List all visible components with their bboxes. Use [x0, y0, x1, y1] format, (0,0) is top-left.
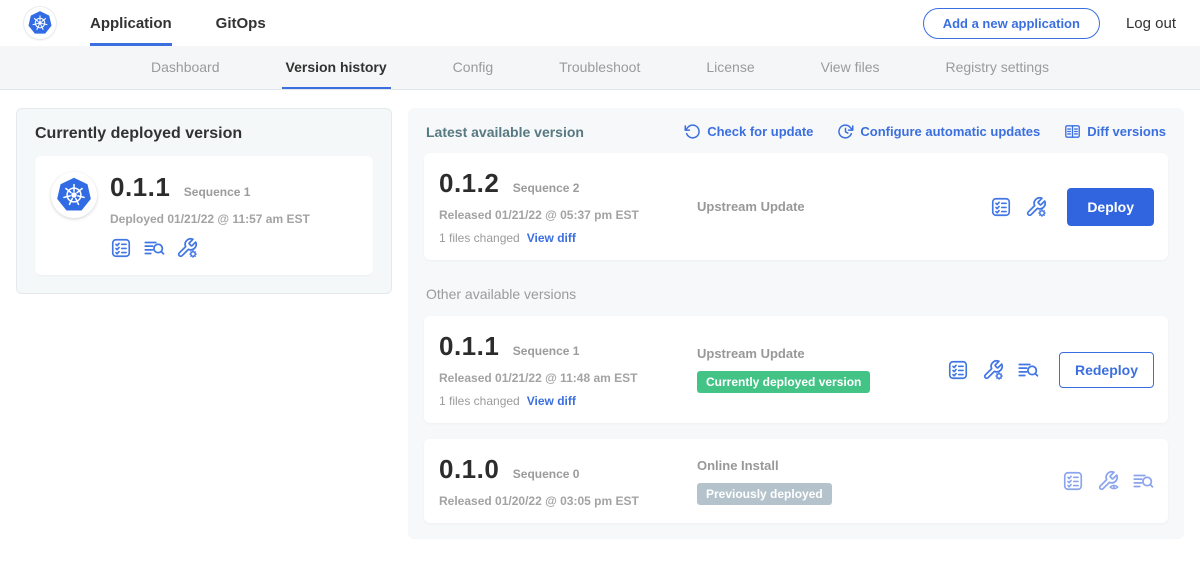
version-row-0-1-1: 0.1.1 Sequence 1 Released 01/21/22 @ 11:…: [424, 316, 1168, 423]
file-diff-icon[interactable]: [1132, 470, 1154, 492]
edit-config-icon[interactable]: [1025, 196, 1047, 218]
deployed-date: Deployed 01/21/22 @ 11:57 am EST: [110, 212, 310, 226]
diff-icon: [1064, 123, 1081, 140]
version-number: 0.1.1: [439, 331, 499, 361]
version-row-0-1-2: 0.1.2 Sequence 2 Released 01/21/22 @ 05:…: [424, 153, 1168, 260]
deploy-button[interactable]: Deploy: [1067, 188, 1154, 226]
release-notes-icon[interactable]: [1062, 470, 1084, 492]
deployed-version-number: 0.1.1: [110, 172, 170, 202]
currently-deployed-badge: Currently deployed version: [697, 371, 870, 393]
files-changed-label: 1 files changed: [439, 231, 520, 245]
version-source: Upstream Update: [697, 199, 990, 214]
view-diff-link[interactable]: View diff: [527, 231, 576, 245]
deployed-card-title: Currently deployed version: [35, 125, 373, 143]
version-source: Online Install: [697, 458, 1062, 473]
released-date: Released 01/21/22 @ 11:48 am EST: [439, 371, 697, 385]
sequence-label: Sequence 2: [513, 181, 580, 195]
other-versions-title: Other available versions: [426, 286, 1166, 302]
check-for-update-label: Check for update: [707, 124, 813, 139]
version-source: Upstream Update: [697, 346, 947, 361]
tab-dashboard[interactable]: Dashboard: [147, 46, 224, 89]
edit-config-icon[interactable]: [982, 359, 1004, 381]
refresh-icon: [684, 123, 701, 140]
logout-button[interactable]: Log out: [1126, 15, 1176, 32]
tab-application[interactable]: Application: [90, 0, 172, 46]
latest-version-title: Latest available version: [426, 124, 584, 140]
view-diff-link[interactable]: View diff: [527, 394, 576, 408]
tab-license[interactable]: License: [702, 46, 758, 89]
deployed-sequence-label: Sequence 1: [184, 185, 251, 199]
files-changed-label: 1 files changed: [439, 394, 520, 408]
sequence-label: Sequence 0: [513, 467, 580, 481]
currently-deployed-card: Currently deployed version 0.1.1 Sequenc…: [16, 108, 392, 294]
kubernetes-logo-icon: [24, 7, 56, 39]
version-number: 0.1.2: [439, 168, 499, 198]
version-row-0-1-0: 0.1.0 Sequence 0 Released 01/20/22 @ 03:…: [424, 439, 1168, 523]
file-diff-icon[interactable]: [1017, 359, 1039, 381]
edit-config-icon[interactable]: [176, 237, 198, 259]
release-notes-icon[interactable]: [990, 196, 1012, 218]
diff-versions-link[interactable]: Diff versions: [1064, 123, 1166, 140]
diff-versions-label: Diff versions: [1087, 124, 1166, 139]
schedule-update-icon: [837, 123, 854, 140]
file-diff-icon[interactable]: [143, 237, 165, 259]
app-subnav: Dashboard Version history Config Trouble…: [0, 46, 1200, 90]
tab-config[interactable]: Config: [449, 46, 497, 89]
tab-gitops[interactable]: GitOps: [216, 0, 266, 46]
version-history-panel: Latest available version Check for updat…: [408, 108, 1184, 539]
add-application-button[interactable]: Add a new application: [923, 8, 1100, 39]
tab-view-files[interactable]: View files: [817, 46, 884, 89]
configure-updates-label: Configure automatic updates: [860, 124, 1040, 139]
configure-automatic-updates-link[interactable]: Configure automatic updates: [837, 123, 1040, 140]
app-logo-icon: [51, 172, 97, 218]
tab-version-history[interactable]: Version history: [282, 46, 391, 89]
tab-troubleshoot[interactable]: Troubleshoot: [555, 46, 644, 89]
view-config-icon[interactable]: [1097, 470, 1119, 492]
redeploy-button[interactable]: Redeploy: [1059, 352, 1154, 388]
sequence-label: Sequence 1: [513, 344, 580, 358]
previously-deployed-badge: Previously deployed: [697, 483, 832, 505]
release-notes-icon[interactable]: [947, 359, 969, 381]
tab-registry-settings[interactable]: Registry settings: [942, 46, 1053, 89]
app-header: Application GitOps Add a new application…: [0, 0, 1200, 46]
version-number: 0.1.0: [439, 454, 499, 484]
released-date: Released 01/21/22 @ 05:37 pm EST: [439, 208, 697, 222]
release-notes-icon[interactable]: [110, 237, 132, 259]
check-for-update-link[interactable]: Check for update: [684, 123, 813, 140]
released-date: Released 01/20/22 @ 03:05 pm EST: [439, 494, 697, 508]
